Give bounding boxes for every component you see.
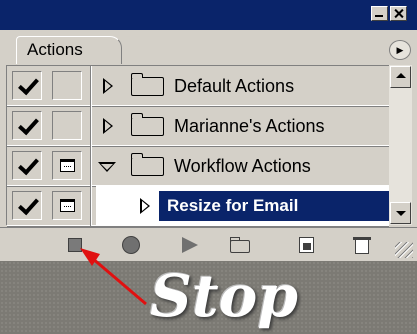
column-divider-highlight xyxy=(91,186,92,226)
collapse-triangle-icon[interactable] xyxy=(98,162,116,172)
toggle-dialog-box[interactable] xyxy=(52,71,82,100)
scroll-down-button[interactable] xyxy=(390,202,411,224)
tab-actions[interactable]: Actions xyxy=(16,36,122,64)
toggle-dialog-box[interactable] xyxy=(52,191,82,220)
actions-palette: Actions ▶ Default Actions Marianne's Act… xyxy=(0,30,417,261)
folder-icon xyxy=(131,73,164,96)
action-set-row[interactable]: Marianne's Actions xyxy=(7,106,389,147)
folder-icon xyxy=(131,113,164,136)
checkmark-icon xyxy=(18,193,39,216)
column-divider-highlight xyxy=(91,106,92,146)
action-set-row[interactable]: Workflow Actions xyxy=(7,146,389,187)
play-icon[interactable] xyxy=(178,235,200,255)
annotation-area: Stop xyxy=(0,261,417,334)
resize-grip[interactable] xyxy=(395,242,413,258)
new-action-icon[interactable] xyxy=(296,235,318,255)
action-set-label: Marianne's Actions xyxy=(174,116,325,136)
checkmark-icon xyxy=(18,73,39,96)
dialog-icon xyxy=(60,199,75,212)
scroll-up-button[interactable] xyxy=(390,66,411,88)
flyout-menu-icon[interactable]: ▶ xyxy=(389,40,411,60)
column-divider-highlight xyxy=(91,66,92,106)
trash-icon[interactable] xyxy=(351,235,373,255)
action-set-label: Default Actions xyxy=(174,76,295,96)
actions-toolbar xyxy=(0,227,417,261)
folder-icon xyxy=(131,153,164,176)
action-row[interactable]: Resize for Email xyxy=(7,186,389,227)
record-icon[interactable] xyxy=(120,235,142,255)
expand-triangle-icon[interactable] xyxy=(103,118,113,134)
toggle-item-checkbox[interactable] xyxy=(12,151,42,180)
expand-triangle-icon[interactable] xyxy=(140,198,150,214)
toggle-dialog-box[interactable] xyxy=(52,111,82,140)
action-set-row[interactable]: Default Actions xyxy=(7,66,389,107)
palette-title-bar[interactable] xyxy=(0,0,417,30)
actions-list: Default Actions Marianne's Actions Workf… xyxy=(6,65,389,227)
toggle-dialog-box[interactable] xyxy=(52,151,82,180)
stop-caption: Stop xyxy=(150,262,298,330)
toggle-item-checkbox[interactable] xyxy=(12,71,42,100)
expand-triangle-icon[interactable] xyxy=(103,78,113,94)
action-set-label: Workflow Actions xyxy=(174,156,311,176)
checkmark-icon xyxy=(18,113,39,136)
close-button[interactable] xyxy=(390,6,407,21)
column-divider-highlight xyxy=(91,146,92,186)
toggle-item-checkbox[interactable] xyxy=(12,191,42,220)
new-set-icon[interactable] xyxy=(229,235,251,255)
minimize-button[interactable] xyxy=(371,6,388,21)
toggle-item-checkbox[interactable] xyxy=(12,111,42,140)
stop-icon[interactable] xyxy=(64,235,86,255)
vertical-scrollbar[interactable] xyxy=(389,65,412,225)
checkmark-icon xyxy=(18,153,39,176)
selected-action-label[interactable]: Resize for Email xyxy=(159,191,389,221)
dialog-icon xyxy=(60,159,75,172)
